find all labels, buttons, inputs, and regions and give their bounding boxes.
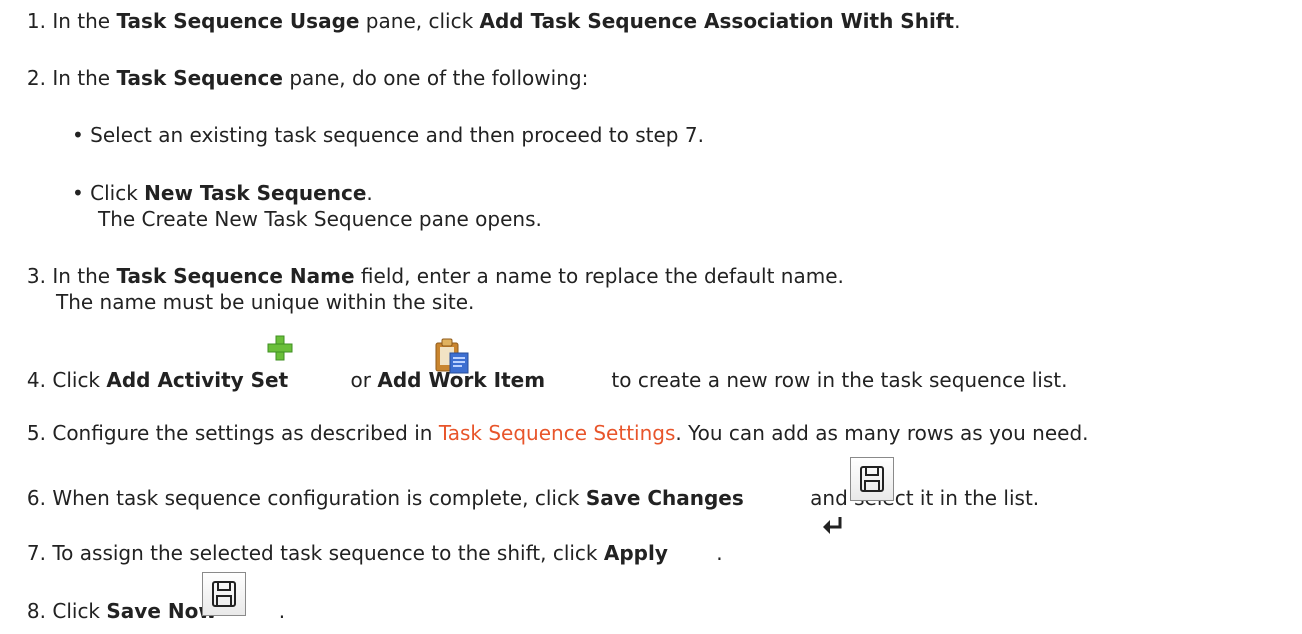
step-text: To assign the selected task sequence to … <box>52 541 604 565</box>
task-sequence-settings-link[interactable]: Task Sequence Settings <box>439 421 676 445</box>
step-number: 6. <box>26 486 46 510</box>
ui-term: Save Changes <box>585 486 744 510</box>
floppy-disk-icon <box>202 572 246 616</box>
step-text: . <box>278 599 286 623</box>
step-5: 5. Configure the settings as described i… <box>0 420 1089 446</box>
step-text: Click <box>52 599 107 623</box>
substep-text: Select an existing task sequence and the… <box>90 123 704 147</box>
step-number: 8. <box>26 599 46 623</box>
step-text: . You can add as many rows as you need. <box>675 421 1089 445</box>
clipboard-document-icon <box>435 338 469 374</box>
bullet: • <box>72 181 84 205</box>
step-number: 2. <box>26 66 46 90</box>
step-3-note: The name must be unique within the site. <box>56 290 475 314</box>
ui-term: Save Now <box>106 599 217 623</box>
step-number: 5. <box>26 421 46 445</box>
bullet: • <box>72 123 84 147</box>
step-2: 2. In the Task Sequence pane, do one of … <box>0 65 588 91</box>
step-text: Configure the settings as described in <box>52 421 439 445</box>
ui-term: Add Activity Set <box>106 368 289 392</box>
substep-1: • Select an existing task sequence and t… <box>72 122 704 148</box>
step-number: 7. <box>26 541 46 565</box>
step-4: 4. Click Add Activity Set or Add Work It… <box>0 367 1068 393</box>
step-text: In the <box>52 264 117 288</box>
ui-term: Task Sequence Name <box>116 264 355 288</box>
step-text: When task sequence configuration is comp… <box>52 486 586 510</box>
return-arrow-icon <box>823 517 842 534</box>
ui-term: Task Sequence <box>116 66 283 90</box>
step-text: pane, do one of the following: <box>282 66 589 90</box>
floppy-disk-icon <box>850 457 894 501</box>
substep-2: • Click New Task Sequence. <box>72 180 373 206</box>
step-text: or <box>344 368 378 392</box>
step-text: In the <box>52 66 117 90</box>
step-number: 1. <box>26 9 46 33</box>
ui-term: Add Task Sequence Association With Shift <box>479 9 955 33</box>
step-number: 4. <box>26 368 46 392</box>
substep-text: . <box>366 181 373 205</box>
step-text: In the <box>52 9 117 33</box>
ui-term: Task Sequence Usage <box>116 9 360 33</box>
step-number: 3. <box>26 264 46 288</box>
step-text: . <box>954 9 961 33</box>
step-text: and select it in the list. <box>803 486 1040 510</box>
step-text: . <box>709 541 723 565</box>
step-text: to create a new row in the task sequence… <box>605 368 1068 392</box>
substep-2-note: The Create New Task Sequence pane opens. <box>98 207 542 231</box>
substep-text: Click <box>90 181 145 205</box>
step-3: 3. In the Task Sequence Name field, ente… <box>0 263 844 289</box>
step-text: Click <box>52 368 107 392</box>
ui-term: New Task Sequence <box>144 181 367 205</box>
step-7: 7. To assign the selected task sequence … <box>0 540 723 566</box>
step-1: 1. In the Task Sequence Usage pane, clic… <box>0 8 961 34</box>
step-text: pane, click <box>359 9 480 33</box>
step-text: field, enter a name to replace the defau… <box>354 264 844 288</box>
green-plus-icon <box>267 335 293 361</box>
ui-term: Apply <box>603 541 668 565</box>
